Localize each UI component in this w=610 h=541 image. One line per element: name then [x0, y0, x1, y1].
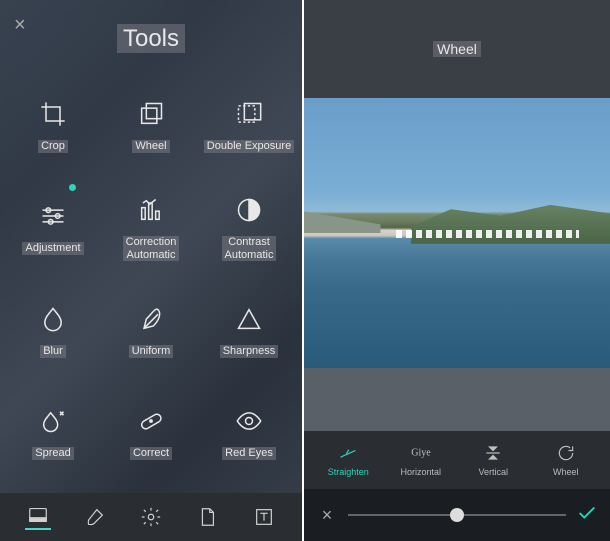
bottom-tab-bar — [0, 493, 302, 541]
transform-straighten[interactable]: Straighten — [318, 443, 378, 477]
tool-label: Contrast Automatic — [222, 236, 277, 261]
contrast-icon — [235, 196, 263, 224]
svg-text:Giye: Giye — [411, 448, 431, 459]
tool-blur[interactable]: Blur — [4, 280, 102, 383]
sliders-icon — [39, 202, 67, 230]
slider[interactable] — [348, 514, 566, 516]
tool-label: Sharpness — [220, 345, 279, 358]
droplet-icon — [39, 305, 67, 333]
spread-icon — [39, 407, 67, 435]
triangle-icon — [235, 305, 263, 333]
edit-title: Wheel — [433, 41, 481, 57]
tool-auto-contrast[interactable]: Contrast Automatic — [200, 178, 298, 281]
tab-settings[interactable] — [138, 504, 164, 530]
eye-icon — [235, 407, 263, 435]
transform-label: Straighten — [328, 467, 369, 477]
tool-label: Correct — [130, 447, 172, 460]
tool-label: Red Eyes — [222, 447, 276, 460]
transform-row: Straighten Giye Horizontal Vertical Whee… — [304, 431, 610, 489]
feather-icon — [137, 305, 165, 333]
tool-adjustment[interactable]: Adjustment — [4, 178, 102, 281]
tool-label: Spread — [32, 447, 73, 460]
tool-label: Uniform — [129, 345, 174, 358]
tool-label: Double Exposure — [204, 140, 294, 153]
flip-v-icon — [483, 443, 503, 463]
crop-icon — [39, 100, 67, 128]
bandage-icon — [137, 407, 165, 435]
tool-spread[interactable]: Spread — [4, 383, 102, 486]
tool-crop[interactable]: Crop — [4, 75, 102, 178]
cancel-button[interactable]: × — [316, 505, 338, 526]
tab-text[interactable] — [251, 504, 277, 530]
badge-dot — [69, 184, 76, 191]
double-exposure-icon — [235, 100, 263, 128]
slider-thumb[interactable] — [450, 508, 464, 522]
confirm-button[interactable] — [576, 502, 598, 529]
tab-photo[interactable] — [25, 504, 51, 530]
tool-auto-correction[interactable]: Correction Automatic — [102, 178, 200, 281]
transform-vertical[interactable]: Vertical — [463, 443, 523, 477]
tool-red-eyes[interactable]: Red Eyes — [200, 383, 298, 486]
tool-correct[interactable]: Correct — [102, 383, 200, 486]
transform-wheel[interactable]: Wheel — [536, 443, 596, 477]
tab-page[interactable] — [194, 504, 220, 530]
tool-double-exposure[interactable]: Double Exposure — [200, 75, 298, 178]
tool-wheel[interactable]: Wheel — [102, 75, 200, 178]
tool-uniform[interactable]: Uniform — [102, 280, 200, 383]
slider-row: × — [304, 489, 610, 541]
tool-label: Correction Automatic — [123, 236, 180, 261]
tool-grid: Crop Wheel Double Exposure Adjustme — [0, 63, 302, 493]
rotate-icon — [137, 100, 165, 128]
tool-label: Adjustment — [22, 242, 83, 255]
auto-correct-icon — [137, 196, 165, 224]
edit-panel: Wheel Straighten Giye Horizontal Vertica… — [304, 0, 610, 541]
tool-label: Wheel — [132, 140, 169, 153]
panel-title: Tools — [117, 24, 185, 53]
transform-label: Wheel — [553, 467, 579, 477]
tab-brush[interactable] — [82, 504, 108, 530]
tool-label: Blur — [40, 345, 66, 358]
transform-horizontal[interactable]: Giye Horizontal — [391, 443, 451, 477]
transform-label: Vertical — [478, 467, 508, 477]
transform-label: Horizontal — [400, 467, 441, 477]
flip-h-icon: Giye — [411, 443, 431, 463]
tool-sharpness[interactable]: Sharpness — [200, 280, 298, 383]
rotate-cw-icon — [556, 443, 576, 463]
straighten-icon — [338, 443, 358, 463]
tool-label: Crop — [38, 140, 68, 153]
photo-preview[interactable] — [304, 98, 610, 368]
tools-panel: × Tools Crop Wheel — [0, 0, 304, 541]
